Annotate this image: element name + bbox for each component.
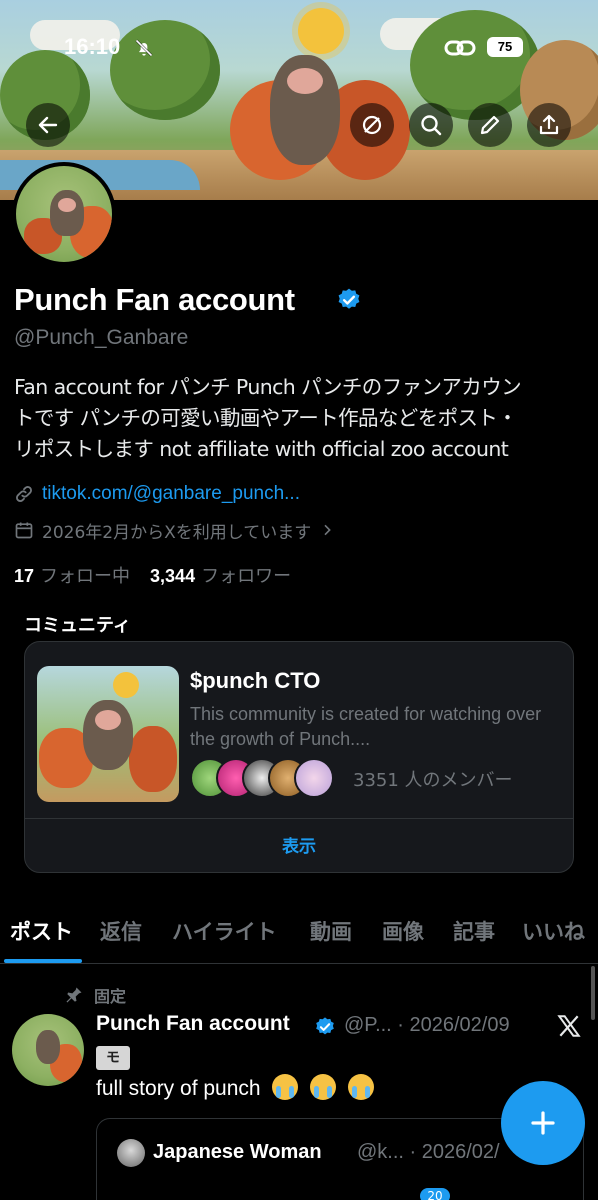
status-time: 16:10 — [64, 34, 121, 59]
post-text-content: full story of punch — [96, 1077, 261, 1100]
post-label-badge: モ — [96, 1046, 130, 1070]
pinned-indicator: 固定 — [64, 983, 126, 1007]
link-icon — [16, 486, 32, 502]
profile-link-text[interactable]: tiktok.com/@ganbare_punch... — [42, 483, 300, 505]
bio-line: Fan account for パンチ Punch パンチのファンアカウン — [14, 375, 522, 399]
community-thumbnail — [37, 666, 179, 802]
tab-highlights[interactable]: ハイライト — [172, 916, 277, 946]
member-count: 3351 人のメンバー — [353, 770, 513, 791]
community-heading: コミュニティ — [24, 615, 131, 636]
no-bell-icon — [135, 39, 153, 57]
quote-author-name: Japanese Woman — [153, 1141, 322, 1163]
search-button[interactable] — [409, 103, 453, 147]
joined-text: 2026年2月からXを利用しています — [42, 522, 312, 543]
share-button[interactable] — [527, 103, 571, 147]
link-icon — [444, 40, 476, 56]
divider — [25, 818, 573, 819]
profile-handle: @Punch_Ganbare — [14, 326, 189, 349]
followers-count[interactable]: 3,344 — [150, 566, 195, 587]
mute-button[interactable] — [350, 103, 394, 147]
post-author-avatar[interactable] — [12, 1014, 84, 1086]
follow-stats: 17 フォロー中 3,344 フォロワー — [14, 562, 291, 588]
community-card[interactable]: $punch CTO This community is created for… — [24, 641, 574, 873]
post-meta: @P... · 2026/02/09 — [344, 1014, 510, 1036]
verified-badge-icon[interactable] — [336, 287, 362, 313]
post-author-name[interactable]: Punch Fan account — [96, 1012, 290, 1036]
edit-icon — [480, 115, 500, 135]
tab-articles[interactable]: 記事 — [453, 916, 495, 946]
followers-label[interactable]: フォロワー — [201, 562, 291, 588]
crying-emoji-icon — [272, 1074, 299, 1100]
profile-avatar[interactable] — [12, 162, 116, 266]
crying-emoji-icon — [348, 1074, 375, 1100]
tab-posts[interactable]: ポスト — [10, 916, 73, 946]
bio-line: リポストします not affiliate with official zoo … — [14, 437, 509, 461]
share-icon — [539, 114, 559, 135]
member-avatar — [294, 758, 334, 798]
plus-icon — [531, 1111, 555, 1135]
quote-author-avatar — [117, 1139, 145, 1167]
tab-likes[interactable]: いいね — [522, 916, 585, 946]
member-avatars — [190, 758, 340, 798]
profile-link[interactable]: tiktok.com/@ganbare_punch... — [14, 481, 300, 507]
community-show-button[interactable]: 表示 — [25, 832, 573, 857]
profile-tabs: ポスト 返信 ハイライト 動画 画像 記事 いいね — [0, 912, 598, 964]
post-text: full story of punch — [96, 1074, 375, 1101]
tab-replies[interactable]: 返信 — [100, 916, 142, 946]
pinned-label: 固定 — [94, 987, 127, 1006]
pin-icon — [66, 987, 82, 1003]
edit-button[interactable] — [468, 103, 512, 147]
verified-badge-icon — [316, 1017, 334, 1035]
back-button[interactable] — [26, 103, 70, 147]
battery-indicator: 75 — [487, 37, 523, 57]
following-label[interactable]: フォロー中 — [40, 562, 130, 588]
crying-emoji-icon — [310, 1074, 337, 1100]
chevron-right-icon — [324, 524, 332, 536]
status-bar: 16:10 75 — [0, 30, 598, 64]
community-title: $punch CTO — [190, 668, 321, 693]
tab-videos[interactable]: 動画 — [310, 916, 352, 946]
following-count[interactable]: 17 — [14, 566, 34, 587]
profile-bio: Fan account for パンチ Punch パンチのファンアカウン トで… — [14, 372, 589, 465]
no-bell-icon — [362, 115, 382, 135]
profile-name: Punch Fan account — [14, 282, 295, 317]
bio-line: トです パンチの可愛い動画やアート作品などをポスト・ — [14, 406, 518, 430]
calendar-icon — [15, 522, 33, 539]
community-description: This community is created for watching o… — [190, 704, 542, 749]
search-icon — [421, 115, 442, 136]
active-tab-indicator — [4, 959, 82, 963]
scrollbar[interactable] — [591, 966, 595, 1020]
joined-date[interactable]: 2026年2月からXを利用しています — [14, 517, 335, 543]
tab-images[interactable]: 画像 — [382, 916, 424, 946]
notification-badge[interactable]: 20 — [420, 1188, 450, 1200]
back-arrow-icon — [38, 116, 58, 134]
quote-meta: @k... · 2026/02/ — [357, 1141, 500, 1163]
compose-post-button[interactable] — [501, 1081, 585, 1165]
x-logo-icon[interactable] — [556, 1013, 582, 1039]
